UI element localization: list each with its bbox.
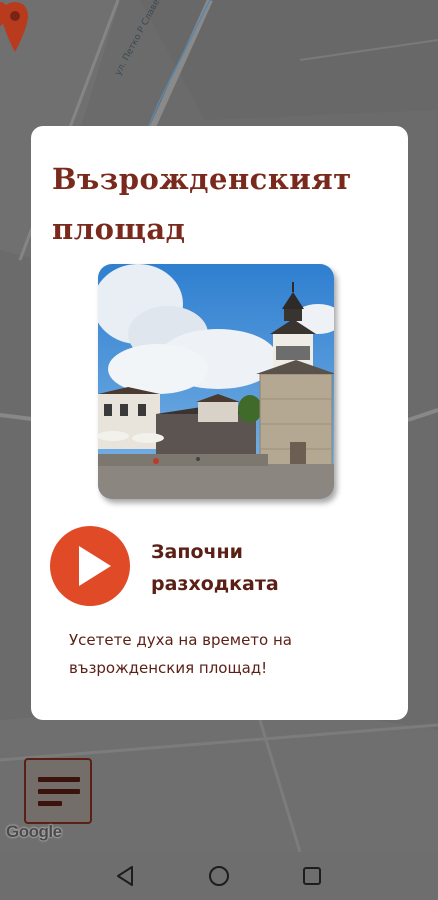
hamburger-menu-icon <box>38 800 62 806</box>
map-pin-icon[interactable] <box>0 0 8 26</box>
google-logo: Google <box>6 822 62 841</box>
place-description: Усетете духа на времето на възрожденския… <box>69 631 292 677</box>
start-walk-label[interactable]: Започни разходката <box>151 536 331 600</box>
hamburger-menu-icon <box>38 788 80 794</box>
menu-button[interactable] <box>24 758 92 824</box>
place-dialog: Възрожденският площад Започни разходката… <box>31 126 408 720</box>
clock-tower-image <box>98 264 334 499</box>
recents-square-icon[interactable] <box>300 864 324 888</box>
hamburger-menu-icon <box>38 776 80 782</box>
home-circle-icon[interactable] <box>207 864 231 888</box>
dialog-title: Възрожденският площад <box>52 162 352 246</box>
start-walk-play-button[interactable] <box>50 526 130 606</box>
system-navigation-bar <box>0 852 438 900</box>
place-photo <box>98 264 334 499</box>
play-icon <box>79 546 111 586</box>
back-triangle-icon[interactable] <box>114 864 138 888</box>
